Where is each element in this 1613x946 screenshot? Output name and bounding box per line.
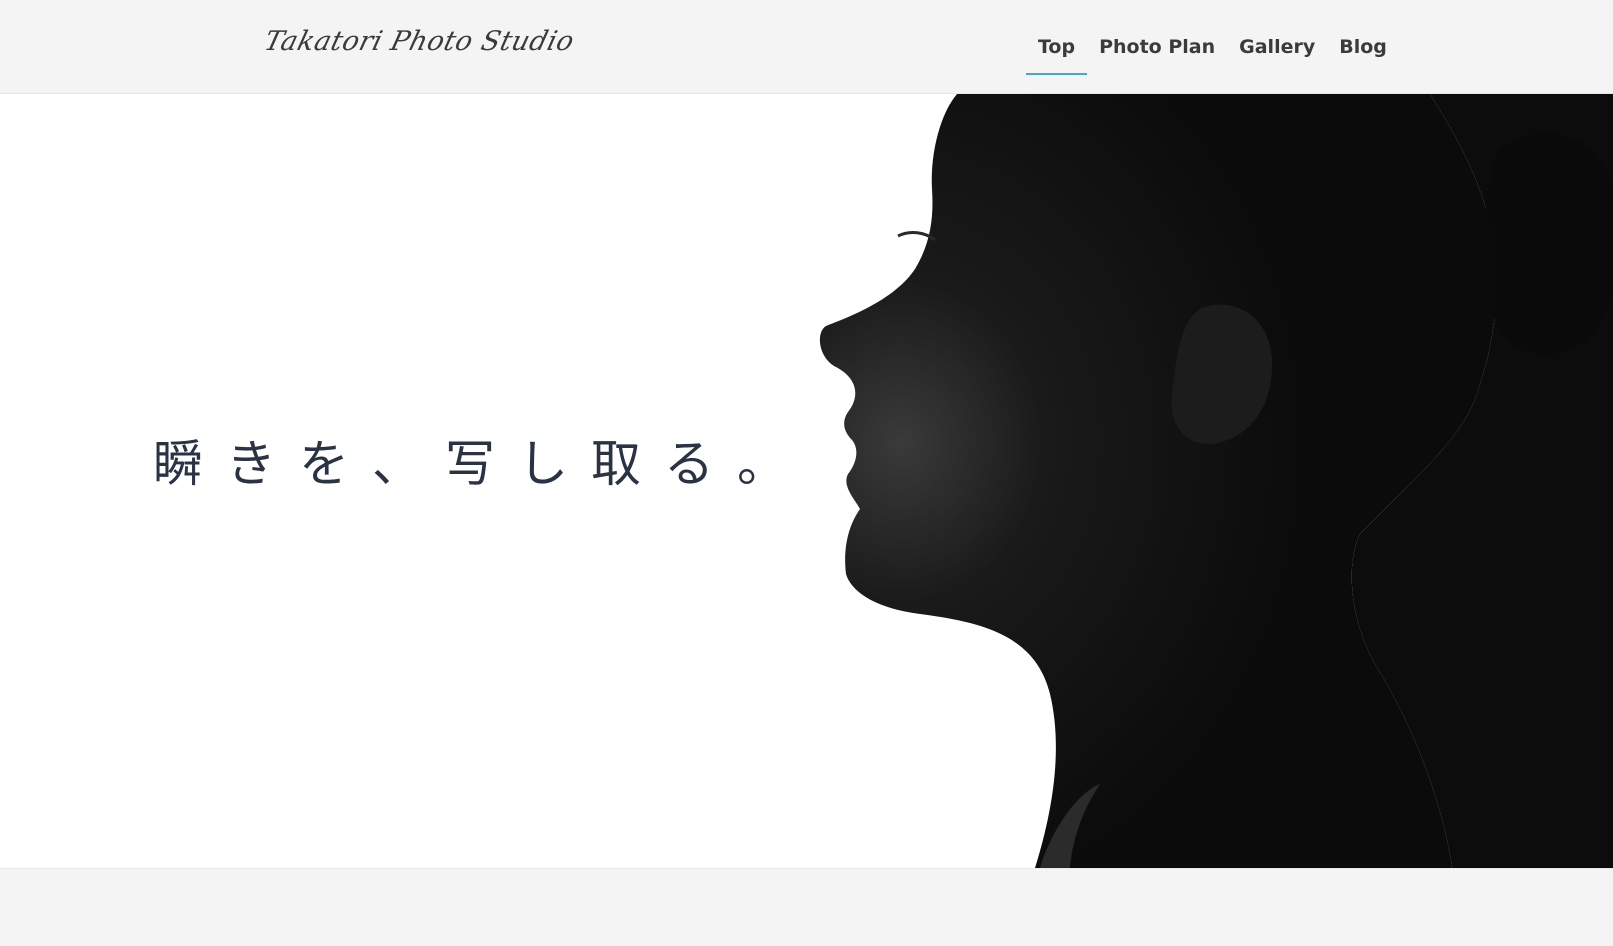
nav-item-top[interactable]: Top <box>1026 0 1088 94</box>
nav-item-photo-plan[interactable]: Photo Plan <box>1087 0 1227 94</box>
face-profile <box>819 94 1497 868</box>
main-nav: Top Photo Plan Gallery Blog <box>1026 0 1399 94</box>
hair-bun <box>1483 133 1613 354</box>
site-logo[interactable]: Takatori Photo Studio <box>261 26 577 57</box>
nav-item-gallery[interactable]: Gallery <box>1227 0 1327 94</box>
page-below-hero <box>0 868 1613 946</box>
nav-item-blog[interactable]: Blog <box>1327 0 1399 94</box>
site-header: Takatori Photo Studio Top Photo Plan Gal… <box>0 0 1613 94</box>
hero-catchphrase: 瞬きを、写し取る。 <box>153 435 810 493</box>
hero-section: 瞬きを、写し取る。 <box>0 94 1613 868</box>
